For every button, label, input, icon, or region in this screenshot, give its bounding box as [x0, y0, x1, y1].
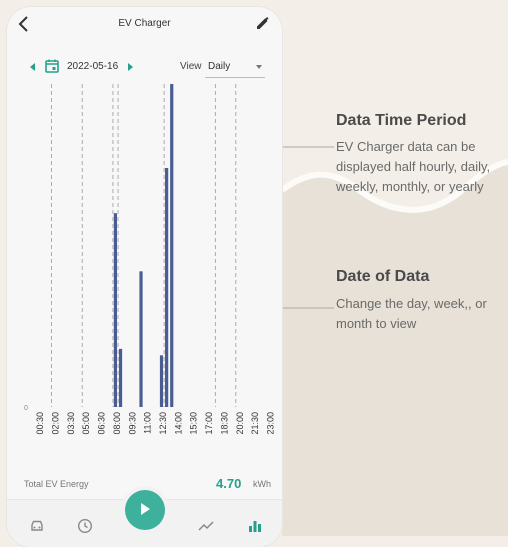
callout-title-period: Data Time Period: [336, 112, 467, 129]
chart-bar: [165, 167, 169, 407]
x-tick-label: 02:00: [50, 412, 60, 435]
phone-screen: EV Charger 2022-05-16 View Daily 0 00:30 0…: [7, 7, 282, 547]
total-energy-label: Total EV Energy: [24, 479, 89, 489]
energy-chart: 0 00:30 02:00 03:30 05:00 06:30 08:00 09:30 11:0…: [24, 84, 276, 435]
callout-title-date: Date of Data: [336, 268, 430, 285]
x-tick-label: 08:00: [112, 412, 122, 435]
total-energy-unit: kWh: [253, 479, 271, 489]
total-energy-value: 4.70: [216, 476, 242, 491]
car-icon[interactable]: [29, 518, 45, 534]
callout-line: Change the day, week,, or: [336, 296, 487, 311]
play-icon: [141, 503, 150, 515]
chart-bar: [170, 84, 174, 407]
callout-line: month to view: [336, 316, 417, 331]
x-tick-label: 12:30: [158, 412, 168, 435]
x-tick-label: 18:30: [219, 412, 229, 435]
x-tick-label: 05:00: [81, 412, 91, 435]
chart-bar: [139, 271, 143, 407]
callout-line: displayed half hourly, daily,: [336, 159, 491, 174]
x-tick-label: 00:30: [35, 412, 45, 435]
x-tick-label: 06:30: [97, 412, 107, 435]
x-tick-label: 15:30: [189, 412, 199, 435]
x-tick-label: 11:00: [143, 412, 153, 434]
callout-line: weekly, monthly, or yearly: [336, 179, 484, 194]
trend-icon[interactable]: [198, 518, 214, 534]
callout-text-period: EV Charger data can be displayed half ho…: [336, 137, 490, 197]
clock-icon[interactable]: [77, 518, 93, 534]
x-tick-label: 21:30: [250, 412, 260, 435]
y-axis-zero-label: 0: [24, 405, 28, 412]
x-tick-label: 17:00: [204, 412, 214, 435]
x-tick-label: 20:00: [235, 412, 245, 435]
x-tick-label: 23:00: [266, 412, 276, 435]
x-tick-label: 14:00: [173, 412, 183, 435]
play-button[interactable]: [125, 490, 165, 530]
callout-text-date: Change the day, week,, or month to view: [336, 294, 487, 334]
x-tick-label: 09:30: [127, 412, 137, 435]
callout-line: EV Charger data can be: [336, 139, 476, 154]
chart-bar: [113, 213, 118, 407]
x-tick-label: 03:30: [66, 412, 76, 435]
chart-bar: [159, 355, 164, 407]
bar-chart-icon[interactable]: [247, 518, 263, 534]
chart-bar: [118, 348, 123, 407]
